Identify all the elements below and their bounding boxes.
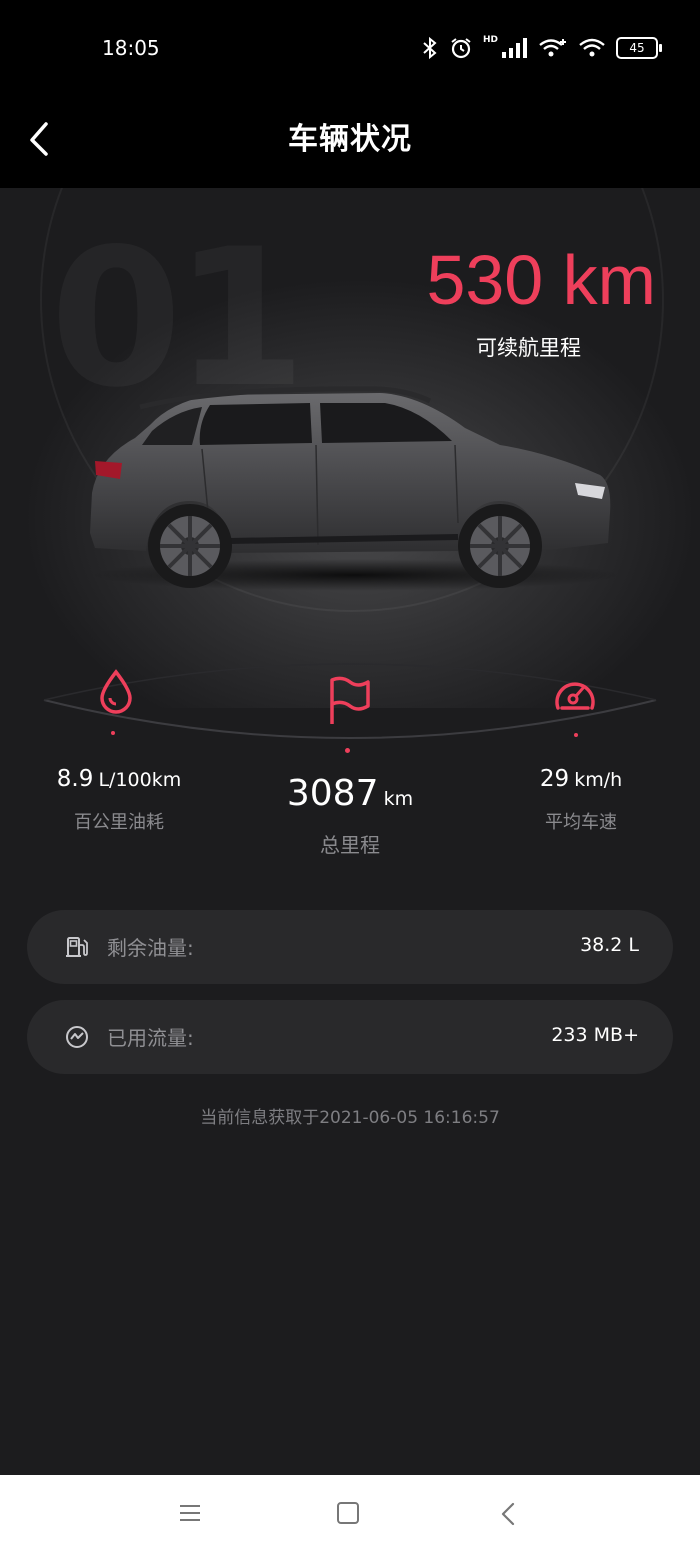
- battery-icon: 45: [616, 37, 662, 59]
- page-title: 车辆状况: [288, 122, 412, 157]
- fuel-pump-icon: [66, 937, 88, 957]
- remaining-fuel-card: 剩余油量: 38.2 L: [27, 910, 673, 984]
- alarm-icon: [451, 38, 471, 59]
- drop-icon: [100, 669, 132, 714]
- stat-total-mileage-value: 3087 km: [286, 773, 414, 814]
- remaining-fuel-label: 剩余油量:: [107, 936, 194, 960]
- hd-label: HD: [482, 35, 498, 45]
- data-usage-value: 233 MB+: [551, 1024, 639, 1046]
- status-icons: HD 45: [421, 34, 662, 62]
- stat-dot: [574, 733, 578, 737]
- stat-total-mileage-label: 总里程: [320, 833, 380, 857]
- range-label: 可续航里程: [476, 336, 581, 360]
- wifi-icon: [579, 38, 605, 57]
- updated-timestamp: 当前信息获取于2021-06-05 16:16:57: [200, 1108, 500, 1128]
- data-usage-icon: [66, 1026, 88, 1048]
- stat-average-speed-label: 平均车速: [545, 812, 617, 833]
- signal-icon: [502, 38, 527, 58]
- recent-apps-button[interactable]: [178, 1503, 202, 1523]
- stat-fuel-consumption-label: 百公里油耗: [74, 812, 164, 833]
- top-navbar: 车辆状况: [0, 96, 700, 188]
- system-navigation-bar: [0, 1475, 700, 1555]
- remaining-fuel-value: 38.2 L: [580, 934, 639, 956]
- stat-dot: [111, 731, 115, 735]
- wifi-plus-icon: [539, 39, 566, 57]
- data-usage-card: 已用流量: 233 MB+: [27, 1000, 673, 1074]
- car-image: [90, 386, 620, 591]
- bluetooth-icon: [423, 36, 437, 60]
- system-back-button[interactable]: [498, 1501, 518, 1527]
- range-value: 530 km: [426, 241, 656, 319]
- status-bar: 18:05 HD 45: [0, 0, 700, 96]
- speedometer-icon: [555, 682, 595, 710]
- data-usage-label: 已用流量:: [107, 1026, 194, 1050]
- hero-section: 01 530 km 可续航里程: [0, 188, 700, 708]
- stat-average-speed-value: 29 km/h: [539, 766, 623, 792]
- home-button[interactable]: [337, 1502, 359, 1524]
- stat-fuel-consumption-value: 8.9 L/100km: [56, 766, 182, 792]
- stat-dot: [345, 748, 350, 753]
- flag-icon: [330, 676, 370, 724]
- status-time: 18:05: [102, 36, 160, 60]
